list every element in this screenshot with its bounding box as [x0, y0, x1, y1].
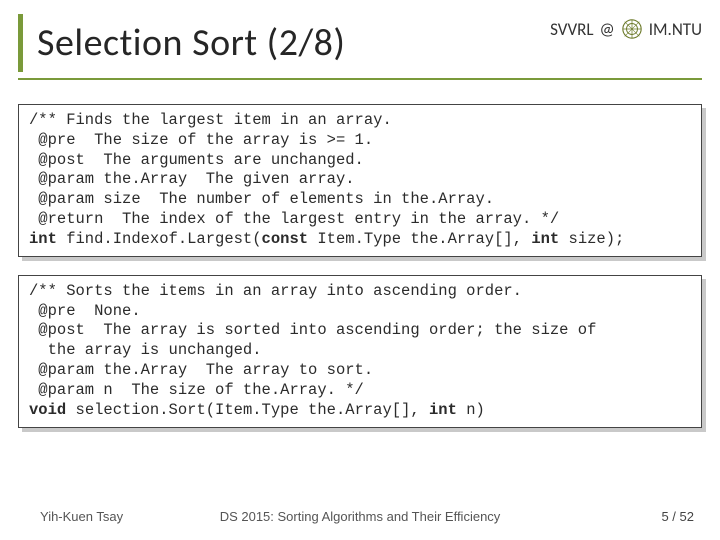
org-label-2: IM.NTU [649, 19, 702, 40]
code-frag: size); [559, 230, 624, 248]
code-line: the array is unchanged. [29, 341, 262, 359]
footer-course: DS 2015: Sorting Algorithms and Their Ef… [220, 509, 501, 524]
code-line: @param n The size of the.Array. */ [29, 381, 364, 399]
code-line: @param the.Array The array to sort. [29, 361, 373, 379]
code-line: @pre The size of the array is >= 1. [29, 131, 373, 149]
code-line: /** Finds the largest item in an array. [29, 111, 392, 129]
at-sign: @ [600, 19, 615, 40]
kw-void: void [29, 401, 66, 419]
code-frag: find.Indexof.Largest( [57, 230, 262, 248]
footer-author: Yih-Kuen Tsay [40, 509, 123, 524]
code-line: @post The arguments are unchanged. [29, 151, 364, 169]
footer-page: 5 / 52 [661, 509, 694, 524]
page-title: Selection Sort (2/8) [37, 20, 550, 66]
kw-const: const [262, 230, 309, 248]
kw-int: int [429, 401, 457, 419]
code-line: /** Sorts the items in an array into asc… [29, 282, 522, 300]
code-line: @param the.Array The given array. [29, 170, 355, 188]
code-frag: n) [457, 401, 485, 419]
header: Selection Sort (2/8) SVVRL @ IM.NTU [0, 0, 720, 72]
code-line: @return The index of the largest entry i… [29, 210, 559, 228]
kw-int: int [29, 230, 57, 248]
ntu-logo-icon [621, 18, 643, 40]
org-label-1: SVVRL [550, 19, 593, 40]
code-area: /** Finds the largest item in an array. … [0, 80, 720, 428]
header-right: SVVRL @ IM.NTU [550, 10, 702, 40]
code-line: @post The array is sorted into ascending… [29, 321, 596, 339]
title-wrap: Selection Sort (2/8) [18, 14, 550, 72]
footer: Yih-Kuen Tsay DS 2015: Sorting Algorithm… [0, 509, 720, 524]
code-line: @pre None. [29, 302, 141, 320]
kw-int: int [531, 230, 559, 248]
code-frag: selection.Sort(Item.Type the.Array[], [66, 401, 429, 419]
code-block-2: /** Sorts the items in an array into asc… [18, 275, 702, 428]
code-line: @param size The number of elements in th… [29, 190, 494, 208]
code-block-1: /** Finds the largest item in an array. … [18, 104, 702, 257]
code-frag: Item.Type the.Array[], [308, 230, 531, 248]
